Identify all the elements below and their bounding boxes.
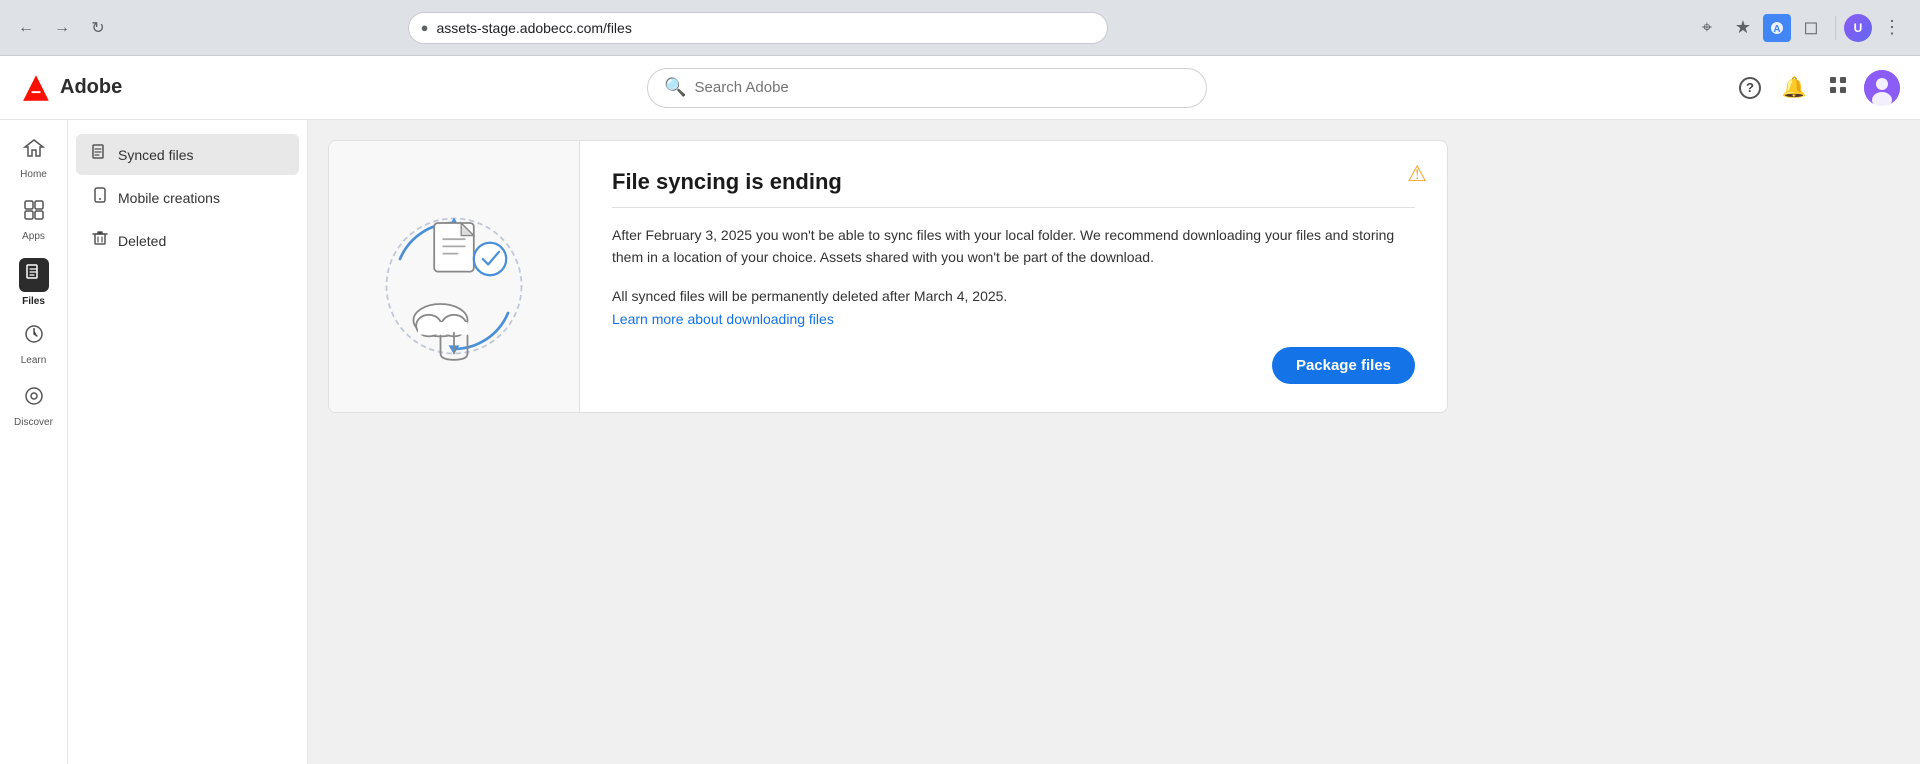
search-bar[interactable]: 🔍 [647, 68, 1207, 108]
nav-learn-label: Learn [21, 355, 47, 366]
avatar-image [1864, 70, 1900, 106]
nav-discover-label: Discover [14, 417, 53, 428]
mobile-creations-label: Mobile creations [118, 190, 220, 206]
banner-illustration [329, 141, 579, 412]
divider [1835, 16, 1836, 40]
banner-actions: Package files [612, 347, 1415, 384]
help-button[interactable]: ? [1732, 70, 1768, 106]
deleted-icon [92, 230, 108, 251]
home-icon [23, 137, 45, 165]
zoom-button[interactable]: ⌖ [1691, 12, 1723, 44]
extension-icon-1[interactable]: A [1763, 14, 1791, 42]
learn-icon [23, 323, 45, 351]
search-input[interactable] [695, 79, 1191, 96]
mobile-creations-icon [92, 187, 108, 208]
reload-button[interactable]: ↻ [84, 14, 112, 42]
nav-files-label: Files [22, 296, 45, 307]
sub-sidebar: Synced files Mobile creations Deleted [68, 120, 308, 764]
adobe-logo[interactable]: Adobe [20, 72, 122, 104]
user-avatar[interactable] [1864, 70, 1900, 106]
browser-profile-avatar[interactable]: U [1844, 14, 1872, 42]
nav-apps-label: Apps [22, 231, 45, 242]
synced-files-icon [92, 144, 108, 165]
deleted-label: Deleted [118, 233, 166, 249]
extensions-button[interactable]: ◻ [1795, 12, 1827, 44]
content-area: ⚠ File syncing is ending After February … [308, 120, 1920, 764]
discover-icon [23, 385, 45, 413]
banner-content: ⚠ File syncing is ending After February … [580, 141, 1447, 412]
learn-more-link[interactable]: Learn more about downloading files [612, 311, 1415, 327]
adobe-logo-text: Adobe [60, 76, 122, 99]
grid-icon [1828, 75, 1848, 101]
package-files-button[interactable]: Package files [1272, 347, 1415, 384]
banner-title: File syncing is ending [612, 169, 1415, 195]
browser-chrome: ← → ↻ ● assets-stage.adobecc.com/files ⌖… [0, 0, 1920, 56]
banner-text-1: After February 3, 2025 you won't be able… [612, 224, 1415, 269]
banner-divider [612, 207, 1415, 208]
nav-item-discover[interactable]: Discover [4, 376, 64, 436]
lock-icon: ● [421, 20, 429, 35]
search-bar-wrapper: 🔍 [138, 68, 1716, 108]
address-text: assets-stage.adobecc.com/files [437, 20, 632, 36]
search-icon: 🔍 [664, 77, 686, 98]
forward-button[interactable]: → [48, 14, 76, 42]
notifications-button[interactable]: 🔔 [1776, 70, 1812, 106]
help-icon: ? [1739, 77, 1761, 99]
files-icon [19, 258, 49, 292]
nav-item-apps[interactable]: Apps [4, 190, 64, 250]
address-bar[interactable]: ● assets-stage.adobecc.com/files [408, 12, 1108, 44]
warning-icon: ⚠ [1407, 161, 1427, 187]
top-nav: Adobe 🔍 ? 🔔 [0, 56, 1920, 120]
main-content: Home Apps [0, 120, 1920, 764]
icon-nav: Home Apps [0, 120, 68, 764]
adobe-logo-svg [20, 72, 52, 104]
bookmark-button[interactable]: ★ [1727, 12, 1759, 44]
top-nav-right: ? 🔔 [1732, 70, 1900, 106]
sidebar-item-mobile-creations[interactable]: Mobile creations [76, 177, 299, 218]
browser-right-icons: ⌖ ★ A ◻ U ⋮ [1691, 12, 1908, 44]
nav-item-home[interactable]: Home [4, 128, 64, 188]
nav-item-learn[interactable]: Learn [4, 314, 64, 374]
apps-icon [23, 199, 45, 227]
bell-icon: 🔔 [1782, 75, 1807, 100]
apps-grid-button[interactable] [1820, 70, 1856, 106]
nav-item-files[interactable]: Files [4, 252, 64, 312]
banner-text-2: All synced files will be permanently del… [612, 285, 1415, 307]
chrome-menu-button[interactable]: ⋮ [1876, 12, 1908, 44]
sync-svg-illustration [364, 187, 544, 367]
file-sync-banner: ⚠ File syncing is ending After February … [328, 140, 1448, 413]
svg-text:A: A [1773, 24, 1780, 35]
back-button[interactable]: ← [12, 14, 40, 42]
app-container: Adobe 🔍 ? 🔔 [0, 56, 1920, 764]
sidebar-item-synced-files[interactable]: Synced files [76, 134, 299, 175]
sidebar-item-deleted[interactable]: Deleted [76, 220, 299, 261]
nav-home-label: Home [20, 169, 47, 180]
synced-files-label: Synced files [118, 147, 193, 163]
